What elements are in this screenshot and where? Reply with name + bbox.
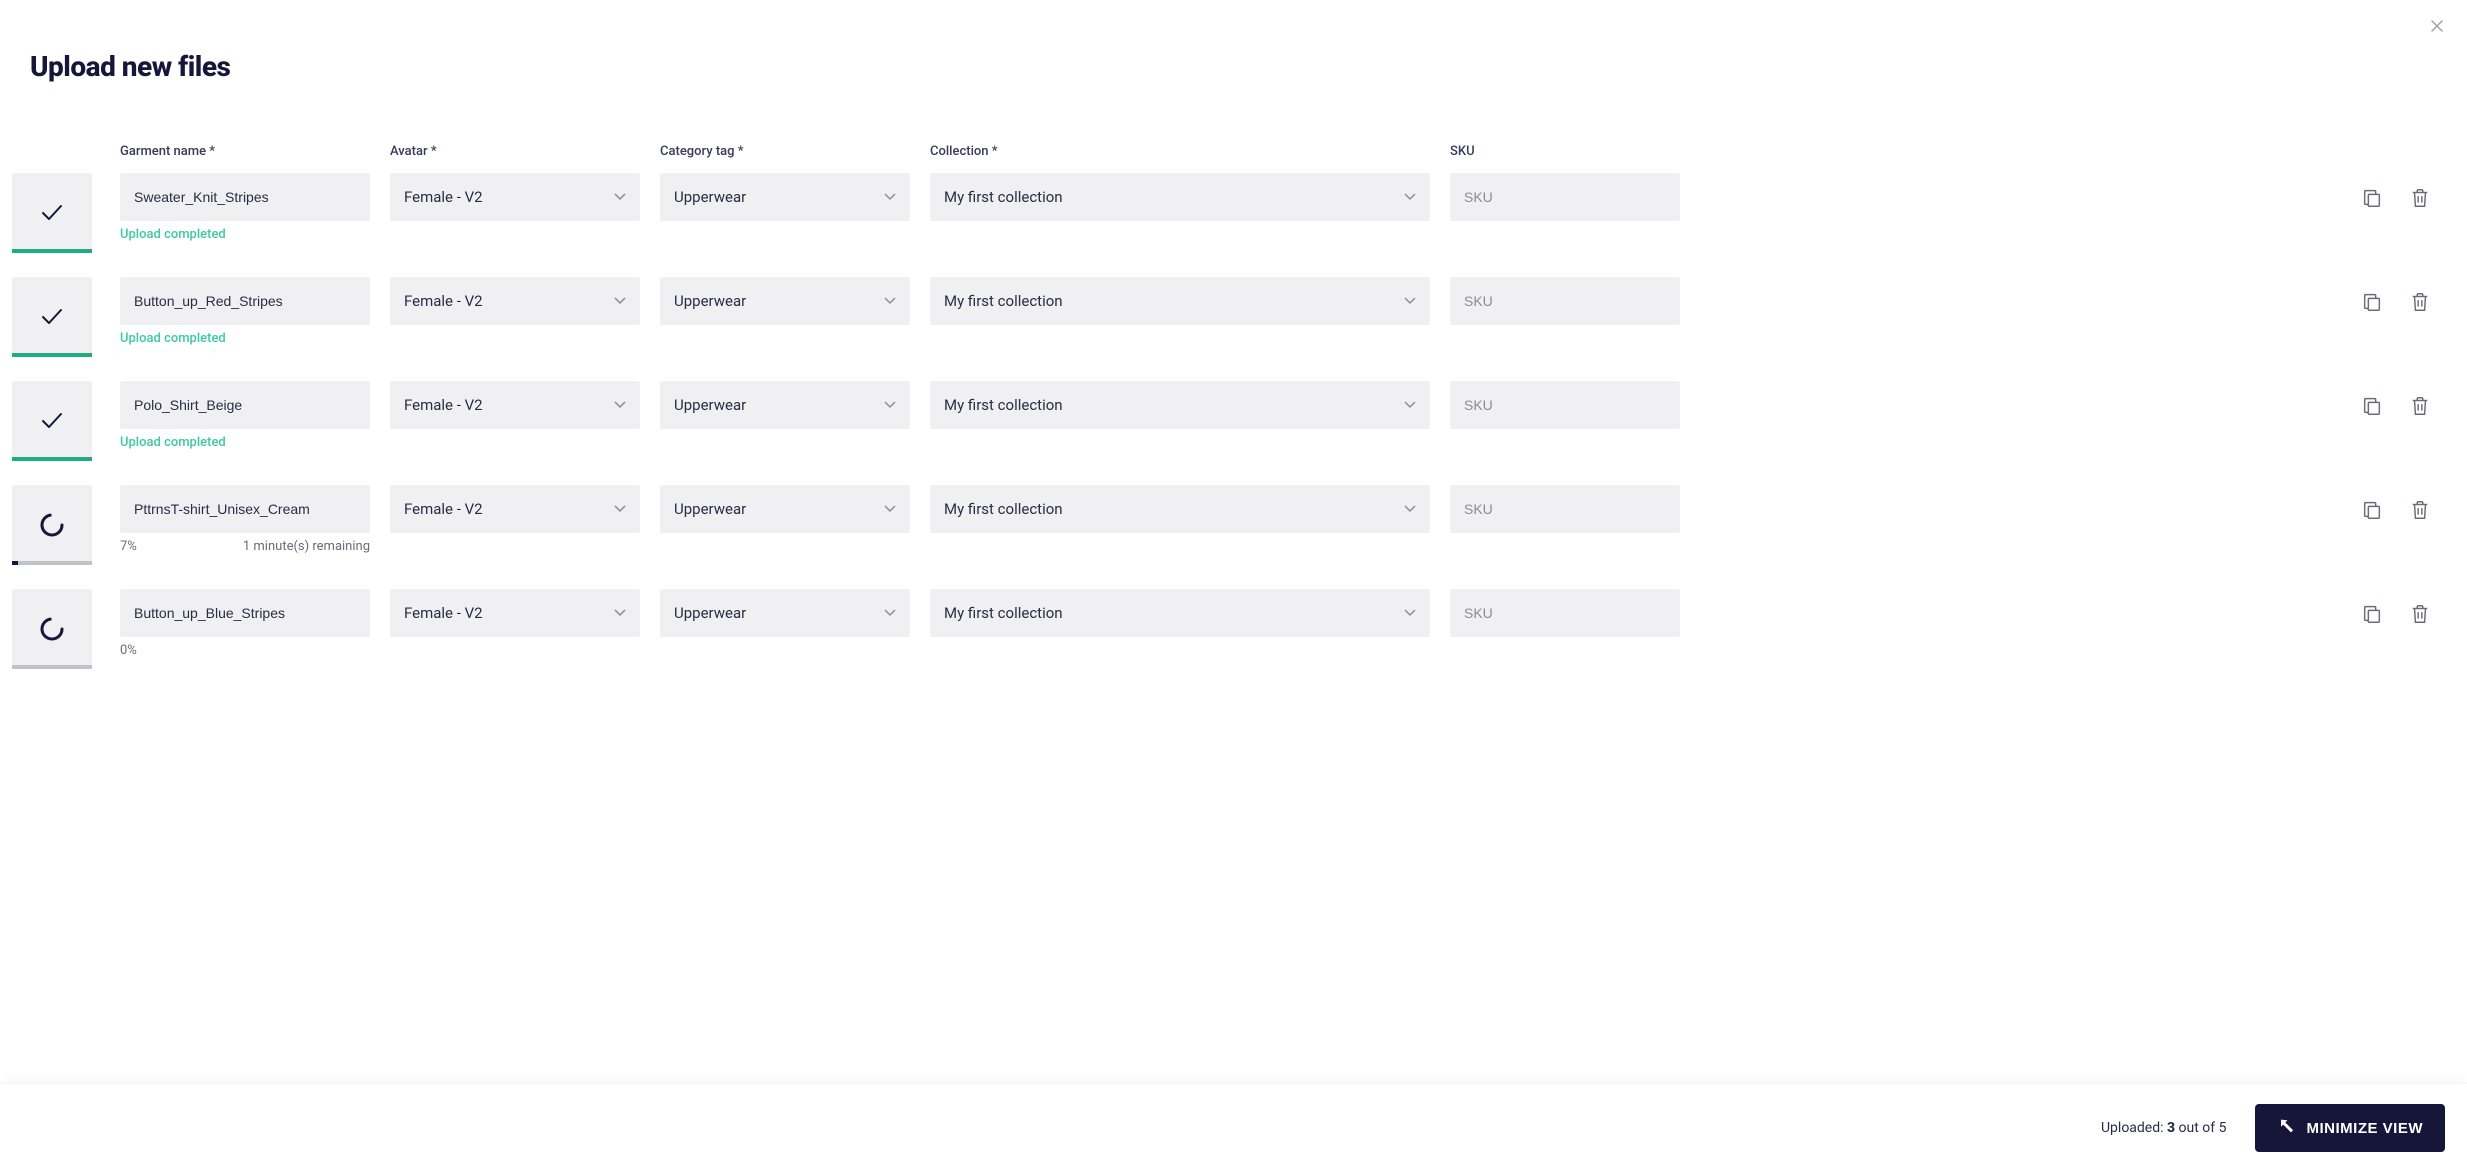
progress-track — [12, 353, 92, 357]
progress-bar — [12, 249, 92, 253]
chevron-down-icon — [884, 293, 896, 309]
chevron-down-icon — [614, 501, 626, 517]
close-icon[interactable] — [2427, 16, 2447, 36]
progress-track — [12, 665, 92, 669]
avatar-select[interactable]: Female - V2 — [390, 173, 640, 221]
chevron-down-icon — [1404, 293, 1416, 309]
chevron-down-icon — [884, 605, 896, 621]
garment-name-input[interactable] — [120, 381, 370, 429]
trash-icon[interactable] — [2407, 497, 2433, 523]
collection-select[interactable]: My first collection — [930, 589, 1430, 637]
copy-icon[interactable] — [2359, 185, 2385, 211]
category-select[interactable]: Upperwear — [660, 381, 910, 429]
header-category: Category tag * — [660, 144, 744, 159]
copy-icon[interactable] — [2359, 601, 2385, 627]
sku-input[interactable] — [1450, 277, 1680, 325]
remaining-time: 1 minute(s) remaining — [243, 539, 370, 554]
avatar-select[interactable]: Female - V2 — [390, 277, 640, 325]
upload-thumbnail — [12, 589, 92, 669]
upload-thumbnail — [12, 485, 92, 565]
column-headers: Garment name * Avatar * Category tag * C… — [12, 143, 2447, 167]
garment-name-input[interactable] — [120, 485, 370, 533]
avatar-select[interactable]: Female - V2 — [390, 381, 640, 429]
status-completed: Upload completed — [120, 331, 370, 346]
chevron-down-icon — [614, 189, 626, 205]
header-avatar: Avatar * — [390, 144, 437, 159]
header-garment: Garment name * — [120, 144, 215, 159]
minimize-label: MINIMIZE VIEW — [2307, 1120, 2424, 1137]
chevron-down-icon — [614, 397, 626, 413]
progress-bar — [12, 457, 92, 461]
garment-name-input[interactable] — [120, 277, 370, 325]
avatar-select[interactable]: Female - V2 — [390, 485, 640, 533]
progress-bar — [12, 353, 92, 357]
avatar-select[interactable]: Female - V2 — [390, 589, 640, 637]
progress-bar — [12, 561, 18, 565]
upload-row: 7% 1 minute(s) remaining Female - V2 Upperw… — [12, 479, 2447, 583]
check-icon — [39, 408, 65, 434]
chevron-down-icon — [1404, 189, 1416, 205]
status-completed: Upload completed — [120, 435, 370, 450]
sku-input[interactable] — [1450, 173, 1680, 221]
status-completed: Upload completed — [120, 227, 370, 242]
sku-input[interactable] — [1450, 381, 1680, 429]
minimize-view-button[interactable]: MINIMIZE VIEW — [2255, 1104, 2446, 1152]
chevron-down-icon — [1404, 605, 1416, 621]
copy-icon[interactable] — [2359, 289, 2385, 315]
upload-thumbnail — [12, 277, 92, 357]
header-collection: Collection * — [930, 144, 998, 159]
upload-row: Upload completed Female - V2 Upperwear My f… — [12, 271, 2447, 375]
category-select[interactable]: Upperwear — [660, 485, 910, 533]
progress-percent: 7% — [120, 539, 137, 554]
check-icon — [39, 304, 65, 330]
trash-icon[interactable] — [2407, 393, 2433, 419]
chevron-down-icon — [614, 293, 626, 309]
collection-select[interactable]: My first collection — [930, 485, 1430, 533]
chevron-down-icon — [614, 605, 626, 621]
upload-count: Uploaded: 3 out of 5 — [2101, 1120, 2227, 1136]
copy-icon[interactable] — [2359, 497, 2385, 523]
upload-row: Upload completed Female - V2 Upperwear My f… — [12, 375, 2447, 479]
upload-row: 0% Female - V2 Upperwear My first collectio… — [12, 583, 2447, 687]
upload-thumbnail — [12, 381, 92, 461]
copy-icon[interactable] — [2359, 393, 2385, 419]
upload-row: Upload completed Female - V2 Upperwear My f… — [12, 167, 2447, 271]
garment-name-input[interactable] — [120, 173, 370, 221]
category-select[interactable]: Upperwear — [660, 173, 910, 221]
upload-modal: Upload new files Garment name * Avatar *… — [0, 0, 2467, 1172]
collection-select[interactable]: My first collection — [930, 381, 1430, 429]
modal-footer: Uploaded: 3 out of 5 MINIMIZE VIEW — [0, 1083, 2467, 1172]
collection-select[interactable]: My first collection — [930, 277, 1430, 325]
status-uploading: 0% — [120, 643, 370, 658]
chevron-down-icon — [1404, 397, 1416, 413]
progress-track — [12, 561, 92, 565]
page-title: Upload new files — [0, 0, 2467, 83]
upload-list: Garment name * Avatar * Category tag * C… — [0, 83, 2467, 1083]
trash-icon[interactable] — [2407, 601, 2433, 627]
trash-icon[interactable] — [2407, 289, 2433, 315]
category-select[interactable]: Upperwear — [660, 589, 910, 637]
chevron-down-icon — [1404, 501, 1416, 517]
collection-select[interactable]: My first collection — [930, 173, 1430, 221]
check-icon — [39, 200, 65, 226]
category-select[interactable]: Upperwear — [660, 277, 910, 325]
progress-track — [12, 457, 92, 461]
chevron-down-icon — [884, 501, 896, 517]
sku-input[interactable] — [1450, 589, 1680, 637]
trash-icon[interactable] — [2407, 185, 2433, 211]
spinner-icon — [39, 616, 65, 642]
upload-thumbnail — [12, 173, 92, 253]
header-sku: SKU — [1450, 144, 1475, 159]
garment-name-input[interactable] — [120, 589, 370, 637]
progress-percent: 0% — [120, 643, 137, 658]
minimize-icon — [2277, 1119, 2295, 1137]
sku-input[interactable] — [1450, 485, 1680, 533]
chevron-down-icon — [884, 397, 896, 413]
progress-track — [12, 249, 92, 253]
status-uploading: 7% 1 minute(s) remaining — [120, 539, 370, 554]
chevron-down-icon — [884, 189, 896, 205]
spinner-icon — [39, 512, 65, 538]
